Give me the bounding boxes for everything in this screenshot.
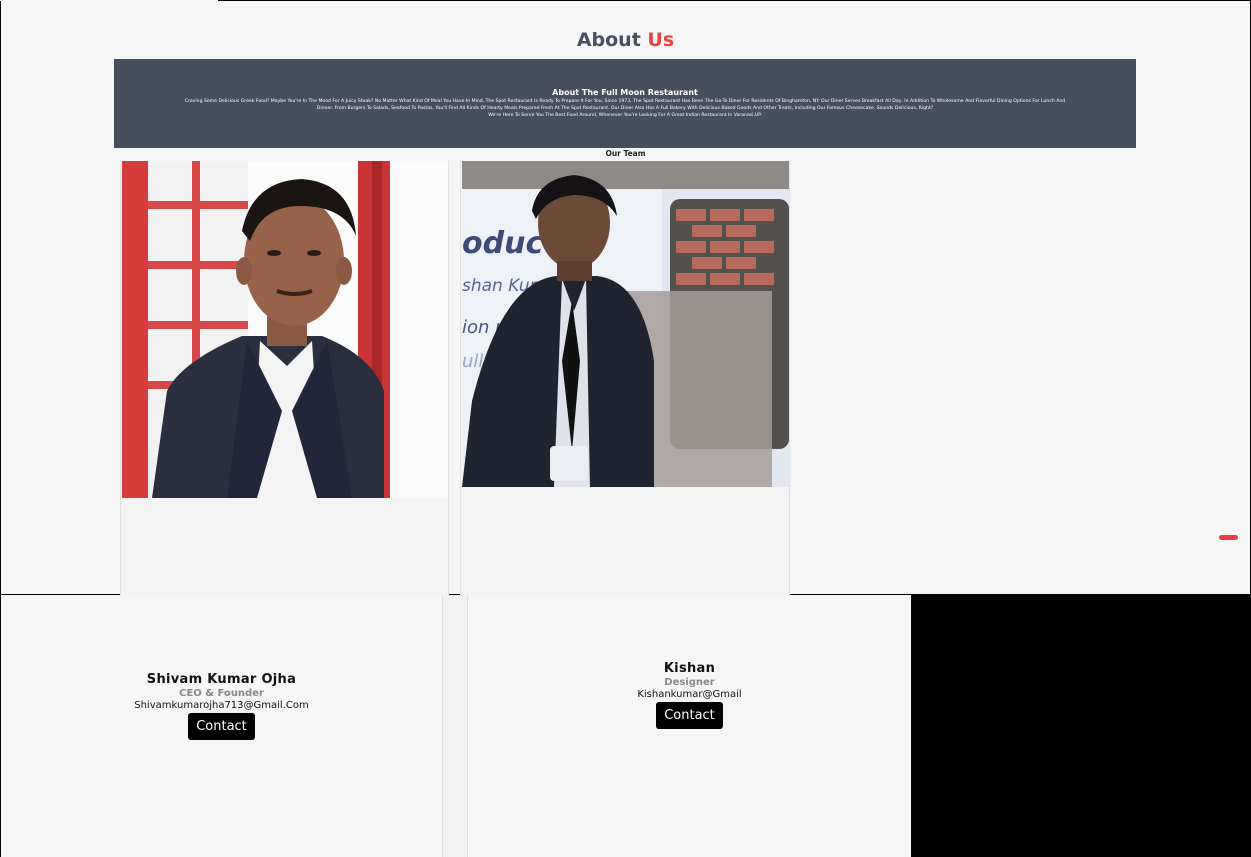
team-heading: Our Team [605, 149, 646, 158]
member-name: Kishan [663, 661, 716, 676]
about-banner: About The Full Moon Restaurant Craving S… [114, 59, 1136, 148]
banner-description: Craving Some Delicious Greek Food? Maybe… [144, 98, 1106, 119]
member-photo-kishan: oduct shan Kuma ion no ull S [462, 161, 789, 487]
member-email: Kishankumar@Gmail [637, 689, 742, 700]
banner-title: About The Full Moon Restaurant [552, 88, 698, 97]
contact-button[interactable]: Contact [188, 713, 255, 740]
presentation-image: oduct shan Kuma ion no ull S [462, 161, 789, 487]
member-info-card-kishan: Kishan Designer Kishankumar@Gmail Contac… [467, 595, 911, 857]
card-gap [443, 595, 467, 857]
contact-button[interactable]: Contact [656, 702, 723, 729]
scroll-indicator[interactable] [1219, 535, 1238, 540]
member-role: Designer [664, 677, 715, 688]
banner-text-line: Craving Some Delicious Greek Food? Maybe… [184, 99, 1066, 104]
member-role: CEO & Founder [179, 688, 264, 699]
member-name: Shivam Kumar Ojha [146, 672, 297, 687]
page: About Us About The Full Moon Restaurant … [0, 0, 1251, 857]
about-section: About Us About The Full Moon Restaurant … [1, 1, 1250, 595]
team-card-shivam [120, 161, 449, 595]
banner-text-line: We're Here To Serve You The Best Food Ar… [488, 113, 762, 118]
portrait-image [122, 161, 448, 498]
member-email: Shivamkumarojha713@Gmail.Com [134, 700, 309, 711]
title-text: About [576, 29, 648, 51]
top-strip [0, 0, 218, 1]
member-photo-shivam [122, 161, 448, 498]
title-accent-text: Us [647, 29, 675, 51]
banner-text-line: Dinner. From Burgers To Salads, Seafood … [316, 106, 934, 111]
page-title: About Us [1, 29, 1250, 51]
member-info: Kishan Designer Kishankumar@Gmail Contac… [468, 661, 911, 729]
member-info-card-shivam: Shivam Kumar Ojha CEO & Founder Shivamku… [1, 595, 443, 857]
member-info: Shivam Kumar Ojha CEO & Founder Shivamku… [1, 672, 442, 740]
team-card-kishan: oduct shan Kuma ion no ull S [460, 161, 790, 595]
